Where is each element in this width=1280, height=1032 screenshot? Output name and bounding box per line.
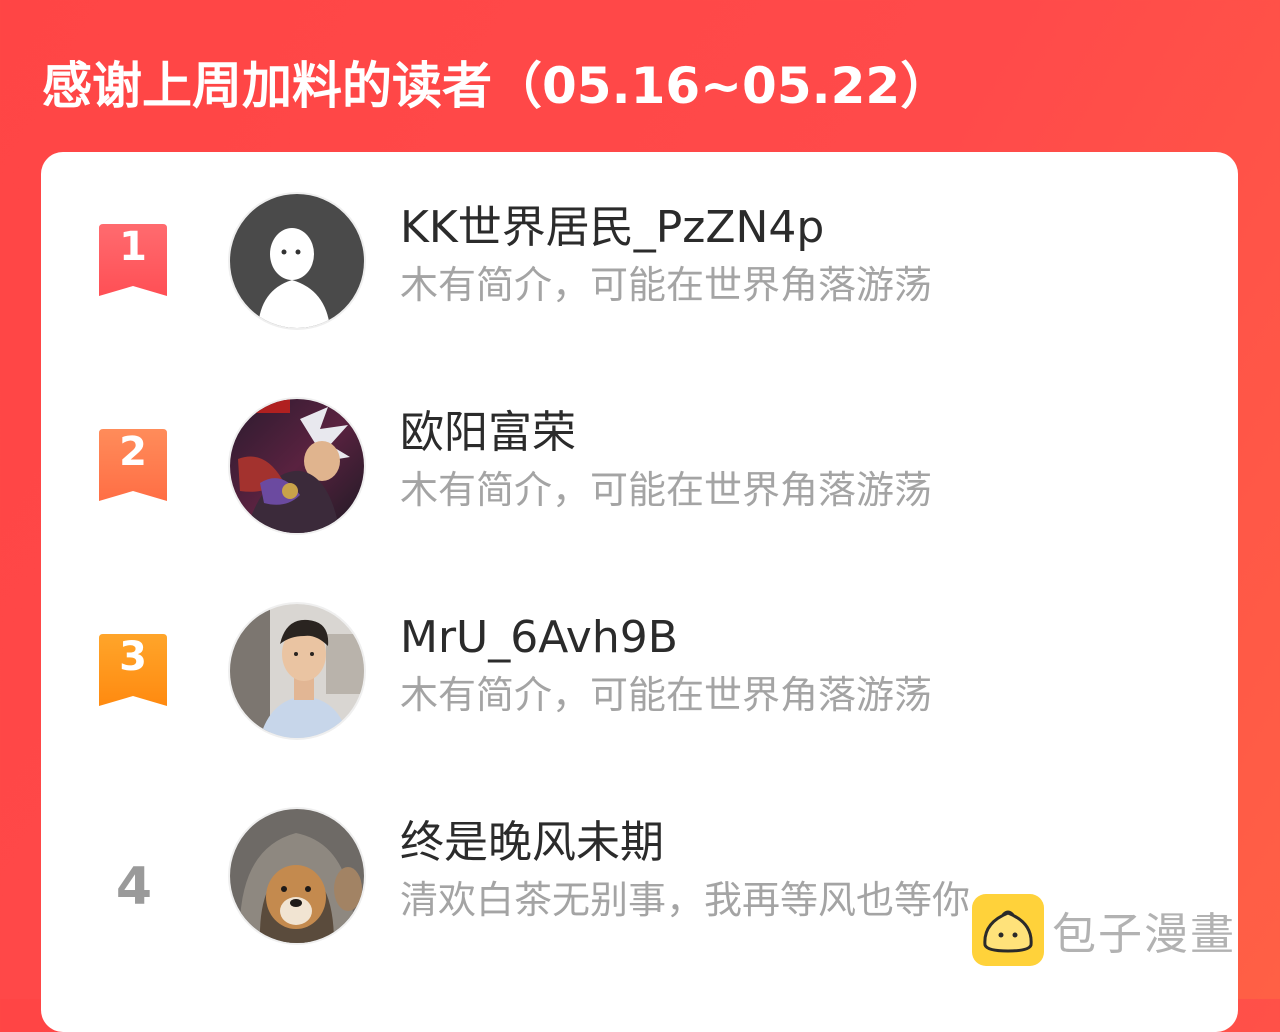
page-title: 感谢上周加料的读者（05.16~05.22）: [42, 57, 951, 115]
reader-row[interactable]: 3 MrU_6Avh9B 木有简介，可能在世界角落游荡: [41, 562, 1238, 738]
rank-ribbon-icon: 1: [99, 224, 167, 298]
avatar[interactable]: [230, 194, 364, 328]
reader-name[interactable]: MrU_6Avh9B: [400, 608, 678, 668]
reader-bio: 清欢白茶无别事，我再等风也等你: [400, 878, 971, 922]
reader-name[interactable]: KK世界居民_PzZN4p: [400, 198, 824, 258]
reader-bio: 木有简介，可能在世界角落游荡: [400, 673, 933, 717]
svg-text:1: 1: [119, 224, 147, 270]
rank-ribbon-icon: 2: [99, 429, 167, 503]
avatar[interactable]: [230, 809, 364, 943]
reader-bio: 木有简介，可能在世界角落游荡: [400, 468, 933, 512]
reader-row[interactable]: 2 欧阳富荣 木有简介，可能在世界角落游荡: [41, 357, 1238, 533]
avatar[interactable]: [230, 604, 364, 738]
watermark-text: 包子漫畫: [1052, 909, 1236, 960]
rank-number: 4: [115, 857, 153, 917]
reader-name[interactable]: 欧阳富荣: [400, 403, 576, 463]
rank-ribbon-icon: 3: [99, 634, 167, 708]
svg-text:2: 2: [119, 429, 147, 475]
baozi-bun-icon: [972, 894, 1044, 966]
svg-text:3: 3: [119, 634, 147, 680]
watermark: 包子漫畫: [972, 894, 1236, 966]
avatar[interactable]: [230, 399, 364, 533]
reader-row[interactable]: 1 KK世界居民_PzZN4p 木有简介，可能在世界角落游荡: [41, 152, 1238, 328]
reader-bio: 木有简介，可能在世界角落游荡: [400, 263, 933, 307]
reader-name[interactable]: 终是晚风未期: [400, 813, 664, 873]
